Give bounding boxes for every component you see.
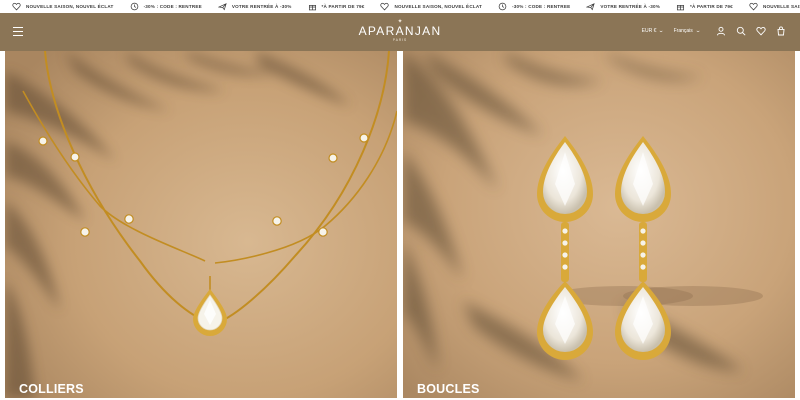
announcement-text: -30% : CODE : RENTREE xyxy=(143,4,202,9)
account-icon[interactable] xyxy=(716,26,726,36)
heart-icon xyxy=(380,2,390,11)
announcement-text: NOUVELLE SAISON, NOUVEL ÉCLAT xyxy=(394,4,483,9)
announcement-item: NOUVELLE SAISON, NOUVEL ÉCLAT xyxy=(12,2,114,11)
gift-icon xyxy=(308,2,317,11)
announcement-track: NOUVELLE SAISON, NOUVEL ÉCLAT -30% : CODE… xyxy=(0,2,800,11)
announcement-text: VOTRE RENTRÉE À -30% xyxy=(600,4,660,9)
header-actions: EUR € ⌄ Français ⌄ xyxy=(642,26,786,36)
announcement-text: -30% : CODE : RENTREE xyxy=(512,4,571,9)
language-selector[interactable]: Français ⌄ xyxy=(673,28,701,34)
announcement-text: *À PARTIR DE 79€ xyxy=(690,4,733,9)
chevron-down-icon: ⌄ xyxy=(658,28,665,34)
announcement-item: *À PARTIR DE 79€ xyxy=(308,2,365,11)
announcement-item: VOTRE RENTRÉE À -30% xyxy=(586,2,660,11)
currency-selector[interactable]: EUR € ⌄ xyxy=(641,28,665,34)
logo-wordmark: APARANJAN xyxy=(358,24,442,38)
cart-icon[interactable] xyxy=(776,26,786,36)
collection-tile-colliers[interactable]: COLLIERS xyxy=(5,51,397,398)
announcement-item: NOUVELLE SAISON, NOUVEL ÉCLAT xyxy=(380,2,482,11)
announcement-item: -30% : CODE : RENTREE xyxy=(130,2,202,11)
announcement-text: NOUVELLE SAISON, NOUVEL ÉCLAT xyxy=(26,4,114,9)
collection-tile-boucles[interactable]: BOUCLES xyxy=(403,51,795,398)
colliers-image xyxy=(5,51,397,398)
announcement-item: -30% : CODE : RENTREE xyxy=(498,2,570,11)
site-header: ✦ APARANJAN PARIS EUR € ⌄ Français ⌄ xyxy=(0,13,800,51)
heart-icon xyxy=(749,2,758,11)
plane-icon xyxy=(217,2,227,11)
wishlist-icon[interactable] xyxy=(756,26,766,36)
chevron-down-icon: ⌄ xyxy=(694,28,701,34)
announcement-bar: NOUVELLE SAISON, NOUVEL ÉCLAT -30% : CODE… xyxy=(0,0,800,13)
currency-label: EUR € xyxy=(641,28,657,34)
site-logo[interactable]: ✦ APARANJAN PARIS xyxy=(359,19,442,42)
search-icon[interactable] xyxy=(736,26,746,36)
collection-label-boucles: BOUCLES xyxy=(417,382,480,396)
collection-grid: COLLIERS BOUCLES xyxy=(0,51,800,400)
heart-icon xyxy=(12,2,21,11)
clock-icon xyxy=(130,2,139,11)
announcement-item: *À PARTIR DE 79€ xyxy=(676,2,733,11)
announcement-text: *À PARTIR DE 79€ xyxy=(321,4,365,9)
logo-subtitle: PARIS xyxy=(392,38,408,42)
menu-icon[interactable] xyxy=(13,27,23,36)
plane-icon xyxy=(586,2,596,11)
collection-label-colliers: COLLIERS xyxy=(19,382,84,396)
gift-icon xyxy=(676,2,685,11)
language-label: Français xyxy=(673,28,693,34)
announcement-text: NOUVELLE SAISON, NOUVEL ÉCLAT xyxy=(762,4,800,9)
announcement-text: VOTRE RENTRÉE À -30% xyxy=(231,4,292,9)
announcement-item: NOUVELLE SAISON, NOUVEL ÉCLAT xyxy=(749,2,800,11)
boucles-image xyxy=(403,51,795,398)
clock-icon xyxy=(498,2,507,11)
announcement-item: VOTRE RENTRÉE À -30% xyxy=(217,2,292,11)
